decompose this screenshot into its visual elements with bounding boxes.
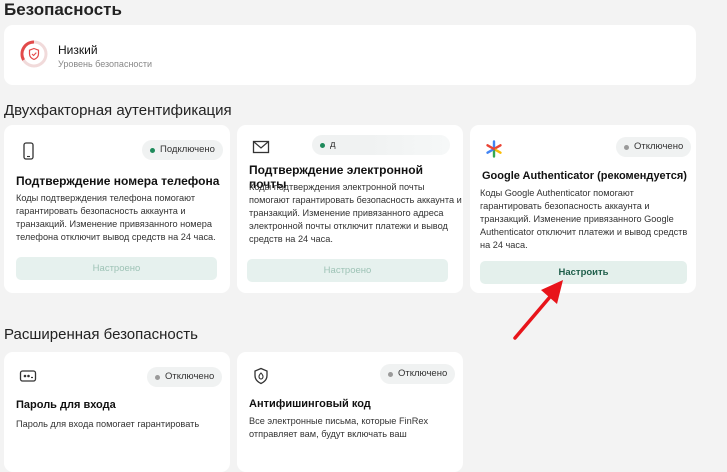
status-dot-disabled (624, 145, 629, 150)
card-title: Пароль для входа (16, 399, 116, 411)
status-text: Отключено (165, 371, 215, 382)
antiphishing-shield-icon (254, 367, 268, 385)
password-icon (19, 370, 37, 382)
status-badge: Отключено (147, 367, 223, 387)
status-text: Подключено (160, 144, 215, 155)
card-description: Коды подтверждения электронной почты пом… (249, 181, 462, 246)
desc-line: помогают гарантировать безопасность акка… (249, 195, 462, 205)
status-badge: Отключено (380, 364, 456, 384)
desc-line: Коды подтверждения телефона помогают (16, 193, 196, 203)
status-text: Отключено (634, 141, 684, 152)
status-badge: д (312, 135, 450, 155)
antiphishing-code-card: Отключено Антифишинговый код Все электро… (237, 352, 463, 472)
desc-line: транзакций. Изменение привязанного номер… (16, 219, 212, 229)
card-description: Все электронные письма, которые FinRex о… (249, 415, 428, 441)
phone-configured-button[interactable]: Настроено (16, 257, 217, 280)
phone-verification-card: Подключено Подтверждение номера телефона… (4, 125, 230, 293)
mail-icon (252, 140, 270, 154)
card-description: Пароль для входа помогает гарантировать (16, 418, 199, 431)
desc-line: транзакций. Изменение привязанного Googl… (480, 214, 674, 224)
desc-line: Коды подтверждения электронной почты (249, 182, 425, 192)
security-level-shield-icon (20, 40, 48, 68)
annotation-arrow (513, 280, 563, 340)
email-configured-button[interactable]: Настроено (247, 259, 448, 282)
login-password-card: Отключено Пароль для входа Пароль для вх… (4, 352, 230, 472)
google-authenticator-icon (486, 140, 502, 158)
security-level-value: Низкий (58, 43, 98, 57)
card-title: Google Authenticator (рекомендуется) (482, 170, 687, 182)
security-level-label: Уровень безопасности (58, 59, 153, 69)
status-badge: Отключено (616, 137, 692, 157)
desc-line: Все электронные письма, которые FinRex (249, 416, 429, 426)
status-text: д (330, 139, 336, 150)
desc-line: гарантировать безопасность аккаунта и (16, 206, 186, 216)
security-level-card: Низкий Уровень безопасности (4, 25, 696, 85)
status-dot-disabled (155, 375, 160, 380)
google-authenticator-card: Отключено Google Authenticator (рекоменд… (470, 125, 696, 293)
desc-line: Authenticator отключит платежи и вывод с… (480, 227, 688, 237)
two-factor-section-title: Двухфакторная аутентификация (4, 102, 232, 119)
desc-line: Коды Google Authenticator помогают (480, 188, 634, 198)
desc-line: электронной почты отключит платежи и выв… (249, 221, 448, 231)
desc-line: телефона отключит вывод средств на 24 ча… (16, 232, 216, 242)
card-description: Коды Google Authenticator помогают гаран… (480, 187, 687, 252)
status-badge: Подключено (142, 140, 223, 160)
page-title: Безопасность (4, 0, 122, 19)
desc-line: транзакций. Изменение привязанного адрес… (249, 208, 444, 218)
desc-line: отправляет вам, будут включать ваш (249, 429, 407, 439)
desc-line: гарантировать безопасность аккаунта и (480, 201, 650, 211)
phone-icon (23, 142, 34, 160)
desc-line: Пароль для входа помогает гарантировать (16, 419, 200, 429)
status-dot-disabled (388, 372, 393, 377)
desc-line: средств на 24 часа. (249, 234, 333, 244)
status-dot-connected (150, 148, 155, 153)
advanced-section-title: Расширенная безопасность (4, 326, 198, 343)
desc-line: на 24 часа. (480, 240, 528, 250)
card-title: Подтверждение номера телефона (16, 174, 220, 188)
status-text: Отключено (398, 368, 448, 379)
email-verification-card: д Подтверждение электронной почты Коды п… (237, 125, 463, 293)
card-description: Коды подтверждения телефона помогают гар… (16, 192, 216, 244)
card-title: Антифишинговый код (249, 398, 371, 410)
status-dot-connected (320, 143, 325, 148)
